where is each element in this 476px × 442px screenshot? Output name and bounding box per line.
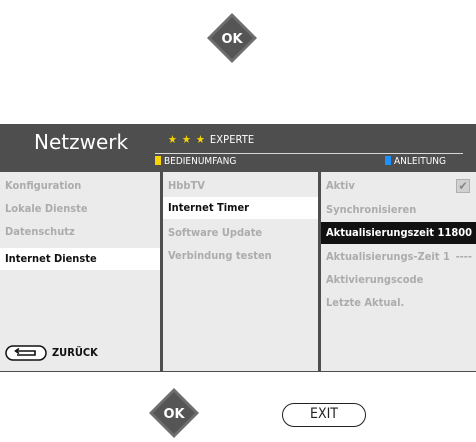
menu-item-aktualisierungs-zeit-1[interactable]: Aktualisierungs-Zeit 1 ---- — [321, 246, 476, 268]
legend-yellow[interactable]: BEDIENUMFANG — [155, 156, 236, 168]
menu-item-letzte-aktual[interactable]: Letzte Aktual. — [321, 292, 476, 314]
menu-item-aktivierungscode[interactable]: Aktivierungscode — [321, 269, 476, 291]
menu-body: Konfiguration Lokale Dienste Datenschutz… — [0, 172, 476, 371]
menu-column-1: Konfiguration Lokale Dienste Datenschutz… — [0, 172, 160, 371]
menu-column-2: HbbTV Internet Timer Software Update Ver… — [163, 172, 318, 371]
aktualisierungs-zeit-label: Aktualisierungs-Zeit 1 — [326, 250, 450, 263]
menu-item-aktiv[interactable]: Aktiv ✔ — [321, 175, 476, 197]
aktualisierungszeit-value: 1800 — [444, 226, 472, 239]
back-button[interactable]: ZURÜCK — [5, 345, 98, 361]
checkmark-icon[interactable]: ✔ — [456, 179, 470, 193]
network-menu: Netzwerk ★ ★ ★ EXPERTE BEDIENUMFANG ANLEI… — [0, 124, 476, 372]
user-level: ★ ★ ★ EXPERTE — [168, 133, 254, 146]
menu-item-verbindung-testen[interactable]: Verbindung testen — [163, 245, 318, 267]
ok-key-top-label: OK — [221, 32, 243, 47]
back-label: ZURÜCK — [52, 346, 98, 359]
menu-item-konfiguration[interactable]: Konfiguration — [0, 175, 160, 197]
blue-key-icon — [385, 156, 391, 165]
ok-key-top[interactable]: OK — [204, 10, 260, 66]
legend-yellow-label: BEDIENUMFANG — [164, 156, 237, 167]
legend-blue-label: ANLEITUNG — [394, 156, 447, 167]
ok-key-bottom[interactable]: OK — [146, 385, 202, 441]
aktualisierungs-zeit-value: ---- — [455, 250, 472, 263]
exit-button[interactable]: EXIT — [282, 403, 366, 427]
menu-item-internet-timer[interactable]: Internet Timer — [163, 197, 318, 219]
ok-key-bottom-label: OK — [163, 407, 185, 422]
ok-button-icon: OK — [149, 388, 199, 438]
menu-item-internet-dienste[interactable]: Internet Dienste — [0, 248, 160, 270]
header-divider — [155, 153, 463, 154]
aktualisierungszeit-label: Aktualisierungszeit 1 — [326, 226, 445, 239]
menu-column-3: Aktiv ✔ Synchronisieren Aktualisierungsz… — [321, 172, 476, 371]
menu-item-lokale-dienste[interactable]: Lokale Dienste — [0, 198, 160, 220]
menu-item-software-update[interactable]: Software Update — [163, 222, 318, 244]
menu-item-hbbtv[interactable]: HbbTV — [163, 175, 318, 197]
aktiv-label: Aktiv — [326, 179, 355, 192]
level-label: EXPERTE — [209, 133, 255, 146]
ok-button-icon: OK — [207, 13, 257, 63]
menu-item-aktualisierungszeit-1[interactable]: Aktualisierungszeit 1 1800 — [321, 222, 476, 244]
legend-blue[interactable]: ANLEITUNG — [385, 156, 446, 168]
back-arrow-icon — [5, 345, 47, 361]
menu-item-datenschutz[interactable]: Datenschutz — [0, 221, 160, 243]
menu-item-synchronisieren[interactable]: Synchronisieren — [321, 199, 476, 221]
yellow-key-icon — [155, 156, 161, 165]
menu-title: Netzwerk — [34, 130, 129, 154]
level-stars-icon: ★ ★ ★ — [168, 133, 206, 146]
